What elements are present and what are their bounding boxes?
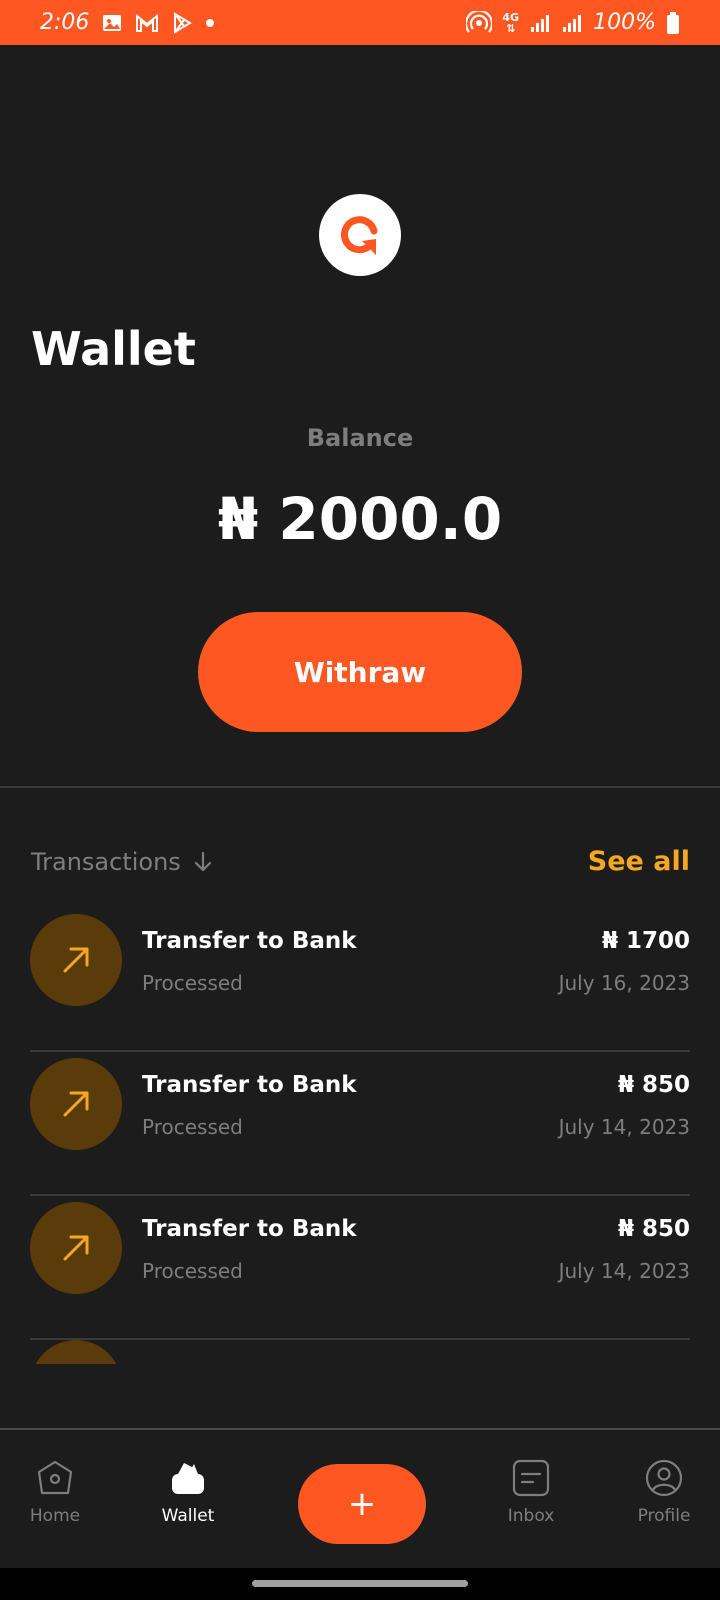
nav-label-wallet: Wallet (161, 1506, 215, 1526)
section-divider (0, 786, 720, 788)
transaction-amount: ₦ 850 (617, 1216, 690, 1242)
app-logo (319, 194, 401, 276)
nav-item-home[interactable]: Home (0, 1458, 110, 1526)
balance-label: Balance (306, 424, 414, 452)
refresh-logo-icon (340, 216, 378, 255)
transaction-amount: ₦ 1700 (601, 928, 690, 954)
bottom-nav: Home Wallet + Inbox Profile (0, 1428, 720, 1568)
status-bar-right: 4G ⇅ 100% (466, 10, 680, 35)
play-store-icon (171, 11, 193, 34)
inbox-icon (512, 1459, 550, 1497)
transaction-row-partial[interactable] (30, 1340, 122, 1364)
transaction-date: July 14, 2023 (558, 1259, 690, 1283)
status-bar: 2:06 4G ⇅ 100% (0, 0, 720, 45)
nav-item-inbox[interactable]: Inbox (476, 1458, 586, 1526)
add-button[interactable]: + (298, 1464, 426, 1544)
see-all-link[interactable]: See all (588, 846, 690, 877)
arrow-up-right-icon (30, 914, 122, 1006)
arrow-up-right-icon (30, 1202, 122, 1294)
transaction-date: July 16, 2023 (558, 971, 690, 995)
home-icon (37, 1460, 73, 1495)
transaction-name: Transfer to Bank (142, 1072, 357, 1098)
data-arrows-icon: ⇅ (506, 21, 516, 35)
nav-label-profile: Profile (637, 1506, 691, 1526)
plus-icon: + (347, 1484, 377, 1524)
notification-dot-icon (205, 18, 215, 28)
transaction-date: July 14, 2023 (558, 1115, 690, 1139)
transaction-status: Processed (142, 1115, 243, 1139)
network-type-icon: 4G ⇅ (502, 12, 519, 34)
page-title: Wallet (31, 322, 196, 376)
network-type-label: 4G (502, 10, 520, 24)
transaction-name: Transfer to Bank (142, 928, 357, 954)
transaction-status: Processed (142, 1259, 243, 1283)
gmail-icon (135, 13, 159, 33)
transactions-title: Transactions (31, 847, 181, 876)
status-time: 2:06 (40, 10, 90, 35)
transaction-row[interactable]: Transfer to Bank Processed ₦ 850 July 14… (30, 1196, 690, 1340)
system-nav-bar (0, 1568, 720, 1600)
gallery-icon (101, 12, 123, 34)
transactions-header: Transactions See all (31, 846, 690, 877)
nav-item-profile[interactable]: Profile (609, 1458, 719, 1526)
transaction-status: Processed (142, 971, 243, 995)
status-bar-left: 2:06 (40, 10, 215, 35)
battery-percent: 100% (593, 10, 656, 35)
arrow-up-right-icon (30, 1058, 122, 1150)
nav-label-inbox: Inbox (507, 1506, 555, 1526)
transaction-row[interactable]: Transfer to Bank Processed ₦ 850 July 14… (30, 1052, 690, 1196)
home-indicator[interactable] (252, 1580, 468, 1587)
transaction-row[interactable]: Transfer to Bank Processed ₦ 1700 July 1… (30, 908, 690, 1052)
battery-icon (666, 11, 680, 35)
signal-icon-2 (561, 12, 583, 34)
transaction-name: Transfer to Bank (142, 1216, 357, 1242)
nav-label-home: Home (29, 1506, 81, 1526)
signal-icon (529, 12, 551, 34)
transaction-icon-partial (30, 1340, 122, 1364)
nav-item-wallet[interactable]: Wallet (133, 1458, 243, 1526)
transaction-amount: ₦ 850 (617, 1072, 690, 1098)
hotspot-icon (466, 10, 493, 35)
wallet-icon (172, 1463, 204, 1494)
transactions-list: Transfer to Bank Processed ₦ 1700 July 1… (30, 908, 690, 1340)
profile-icon (645, 1459, 683, 1497)
balance-value: ₦ 2000.0 (217, 485, 503, 553)
transactions-sort-toggle[interactable]: Transactions (31, 848, 215, 876)
withdraw-button[interactable]: Withraw (198, 612, 522, 732)
arrow-down-icon (194, 851, 211, 871)
